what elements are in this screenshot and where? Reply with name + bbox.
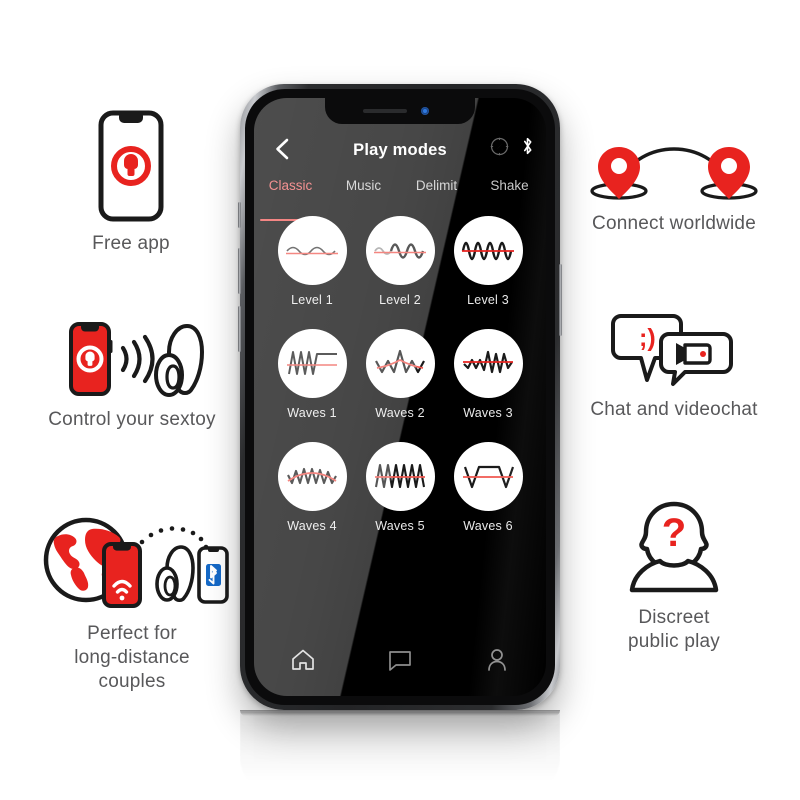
feature-caption: Perfect for long-distance couples <box>74 623 190 692</box>
anonymous-person-question-icon: ? <box>620 498 728 596</box>
phone-notch <box>325 98 475 124</box>
wave-icon-peak-burst <box>365 329 435 398</box>
feature-long-distance: Perfect for long-distance couples <box>24 516 240 694</box>
play-mode-item[interactable]: Level 2 <box>356 216 444 307</box>
phone-volume-up-button[interactable] <box>238 248 241 294</box>
play-mode-item[interactable]: Waves 1 <box>268 329 356 420</box>
play-mode-item[interactable]: Waves 3 <box>444 329 532 420</box>
phone-signal-toy-icon <box>47 320 217 398</box>
phone-mockup: Play modes Classic Music Delimit Shake L… <box>238 84 562 710</box>
tab-label: Shake <box>490 178 529 193</box>
wave-icon-sine-low <box>277 216 347 285</box>
tab-delimit[interactable]: Delimit <box>400 178 473 212</box>
wave-icon-zigzag-then-flat <box>277 329 347 398</box>
tab-label: Classic <box>268 178 313 193</box>
app-header: Play modes <box>254 132 546 168</box>
mode-tabs: Classic Music Delimit Shake <box>254 178 546 221</box>
play-mode-label: Waves 6 <box>463 519 513 533</box>
tab-shake[interactable]: Shake <box>473 178 546 212</box>
play-mode-label: Waves 5 <box>375 519 425 533</box>
feature-caption: Control your sextoy <box>48 409 216 430</box>
feature-connect-worldwide: Connect worldwide <box>576 140 772 236</box>
feature-free-app: Free app <box>31 110 231 256</box>
phone-reflection-image <box>240 712 560 800</box>
play-mode-item[interactable]: Level 1 <box>268 216 356 307</box>
app-header-icons <box>490 136 534 156</box>
play-mode-label: Level 1 <box>291 293 333 307</box>
earpiece-speaker <box>363 109 407 113</box>
question-mark: ? <box>662 511 686 555</box>
play-mode-label: Waves 2 <box>375 406 425 420</box>
tab-label: Delimit <box>415 178 458 193</box>
chat-bubble-icon <box>389 650 411 671</box>
nav-home-button[interactable] <box>254 648 351 672</box>
phone-with-lock-icon <box>98 110 164 222</box>
bottom-navigation <box>254 638 546 682</box>
play-mode-item[interactable]: Waves 2 <box>356 329 444 420</box>
phone-frame: Play modes Classic Music Delimit Shake L… <box>238 84 562 710</box>
wave-icon-sine-high <box>453 216 523 285</box>
play-mode-label: Waves 4 <box>287 519 337 533</box>
phone-bezel: Play modes Classic Music Delimit Shake L… <box>245 89 555 705</box>
wave-icon-trapezoid-plateau <box>453 442 523 511</box>
globe-phone-bluetooth-toy-icon <box>34 516 230 612</box>
play-mode-label: Level 2 <box>379 293 421 307</box>
phone-volume-down-button[interactable] <box>238 306 241 352</box>
home-icon <box>291 649 314 670</box>
play-mode-label: Waves 3 <box>463 406 513 420</box>
bluetooth-icon[interactable] <box>521 136 534 156</box>
two-map-pins-arc-icon <box>586 140 762 202</box>
front-camera <box>421 107 429 115</box>
phone-screen: Play modes Classic Music Delimit Shake L… <box>254 98 546 696</box>
play-mode-item[interactable]: Level 3 <box>444 216 532 307</box>
compass-icon[interactable] <box>490 137 509 156</box>
feature-chat-videochat: ;) Chat and videochat <box>574 312 774 422</box>
feature-caption: Connect worldwide <box>592 213 756 234</box>
nav-chat-button[interactable] <box>351 649 448 672</box>
wave-icon-dense-zigzag <box>277 442 347 511</box>
chat-emoticon: ;) <box>639 324 656 352</box>
feature-caption: Free app <box>92 233 170 254</box>
phone-mute-switch[interactable] <box>238 202 241 228</box>
tab-label: Music <box>345 178 382 193</box>
wave-icon-low-then-spikes <box>453 329 523 398</box>
play-mode-item[interactable]: Waves 5 <box>356 442 444 533</box>
chevron-left-icon <box>276 138 289 160</box>
play-mode-item[interactable]: Waves 6 <box>444 442 532 533</box>
feature-discreet-public-play: ? Discreet public play <box>598 498 750 654</box>
play-mode-label: Level 3 <box>467 293 509 307</box>
play-mode-label: Waves 1 <box>287 406 337 420</box>
phone-power-button[interactable] <box>559 264 562 336</box>
back-button[interactable] <box>268 135 296 163</box>
tab-classic[interactable]: Classic <box>254 178 327 221</box>
phone-reflection <box>240 712 560 800</box>
nav-profile-button[interactable] <box>449 648 546 672</box>
promo-composition: Free app Control your sextoy Perfect for… <box>0 0 800 800</box>
play-mode-grid: Level 1 Level 2 Level 3 Waves 1 Waves 2 … <box>254 216 546 533</box>
tab-music[interactable]: Music <box>327 178 400 212</box>
feature-control-sextoy: Control your sextoy <box>18 320 246 432</box>
person-icon <box>488 649 507 671</box>
wave-icon-sine-mid <box>365 216 435 285</box>
feature-caption: Discreet public play <box>628 607 720 652</box>
play-mode-item[interactable]: Waves 4 <box>268 442 356 533</box>
wave-icon-sawtooth-even <box>365 442 435 511</box>
feature-caption: Chat and videochat <box>590 399 758 420</box>
speech-bubbles-video-icon: ;) <box>609 312 739 388</box>
